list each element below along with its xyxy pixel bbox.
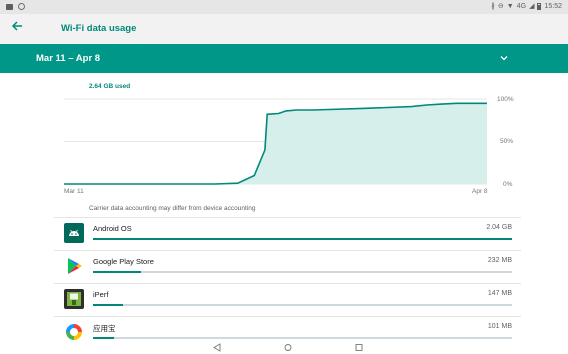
app-usage: 147 MB xyxy=(487,290,512,297)
nav-recents-icon[interactable] xyxy=(354,343,364,352)
usage-bar xyxy=(93,271,512,273)
y-label-0: 0% xyxy=(503,181,513,188)
divider xyxy=(54,283,521,284)
y-label-100: 100% xyxy=(497,96,514,103)
app-name: iPerf xyxy=(93,290,109,299)
app-name: Android OS xyxy=(93,224,132,233)
app-row-iperf[interactable]: iPerf 147 MB xyxy=(54,285,521,315)
usage-bar xyxy=(93,304,512,306)
carrier-note: Carrier data accounting may differ from … xyxy=(89,205,256,212)
app-row-google-play-store[interactable]: Google Play Store 232 MB xyxy=(54,252,521,282)
app-usage: 101 MB xyxy=(487,323,512,330)
usage-bar xyxy=(93,238,512,240)
navigation-bar xyxy=(0,341,568,354)
app-usage: 232 MB xyxy=(487,257,512,264)
usage-bar-fill xyxy=(93,238,512,240)
yingyongbao-icon xyxy=(66,324,82,340)
app-row-android-os[interactable]: Android OS 2.04 GB xyxy=(54,219,521,249)
nav-home-icon[interactable] xyxy=(283,343,293,352)
google-play-icon xyxy=(68,258,82,274)
divider xyxy=(54,316,521,317)
y-label-50: 50% xyxy=(500,138,514,145)
usage-bar-fill xyxy=(93,337,114,339)
usage-bar xyxy=(93,337,512,339)
nav-back-icon[interactable] xyxy=(212,343,222,352)
app-name: Google Play Store xyxy=(93,257,154,266)
x-label-end: Apr 8 xyxy=(472,188,488,195)
app-name: 应用宝 xyxy=(93,324,116,333)
iperf-icon xyxy=(64,289,84,309)
divider xyxy=(54,217,521,218)
android-os-icon xyxy=(64,223,84,243)
x-label-start: Mar 11 xyxy=(64,188,84,195)
usage-area xyxy=(64,103,487,184)
app-usage: 2.04 GB xyxy=(486,224,512,231)
usage-bar-fill xyxy=(93,271,141,273)
usage-bar-fill xyxy=(93,304,124,306)
divider xyxy=(54,250,521,251)
